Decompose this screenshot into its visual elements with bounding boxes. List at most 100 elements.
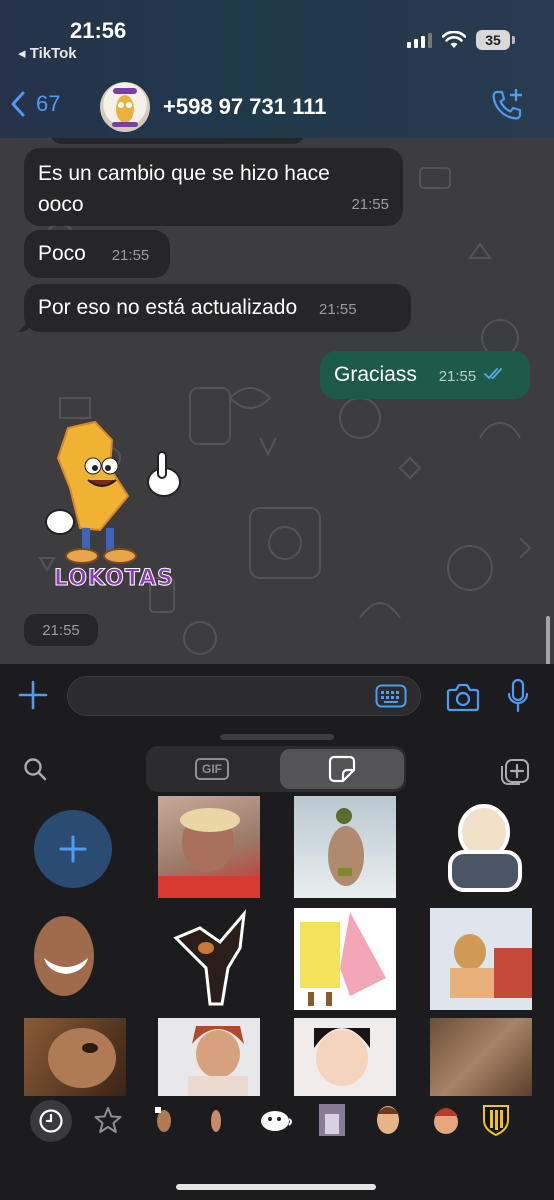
sticker-item[interactable] bbox=[294, 796, 396, 898]
tab-recent[interactable] bbox=[30, 1100, 72, 1142]
sticker-item[interactable] bbox=[158, 796, 260, 898]
sticker-icon bbox=[328, 755, 356, 783]
search-icon bbox=[24, 758, 47, 781]
message-text: Graciass bbox=[334, 363, 417, 386]
scroll-indicator[interactable] bbox=[546, 616, 550, 664]
attach-button[interactable] bbox=[16, 678, 50, 717]
status-icons: 35 bbox=[407, 30, 515, 50]
sticker-photo bbox=[430, 908, 532, 1010]
camera-button[interactable] bbox=[446, 682, 480, 717]
sticker-photo bbox=[328, 808, 364, 886]
sticker-pack-tab[interactable] bbox=[312, 1100, 352, 1140]
pack-thumbnail bbox=[155, 1107, 171, 1132]
sticker-message[interactable]: LOKOTAS bbox=[40, 418, 190, 608]
pack-thumbnail bbox=[319, 1104, 345, 1136]
sticker-photo bbox=[158, 808, 260, 898]
avatar-image bbox=[112, 88, 138, 127]
previous-message-edge bbox=[50, 138, 305, 144]
tab-stickers[interactable] bbox=[280, 749, 404, 789]
sticker-photo bbox=[314, 1028, 370, 1086]
add-call-button[interactable] bbox=[490, 88, 524, 127]
status-time: 21:56 bbox=[70, 18, 127, 43]
sticker-photo bbox=[34, 916, 94, 996]
contact-avatar[interactable] bbox=[100, 82, 150, 132]
pack-thumbnail bbox=[377, 1106, 399, 1134]
sticker-brand-text: LOKOTAS bbox=[54, 566, 174, 592]
message-time: 21:55 bbox=[438, 368, 477, 385]
unread-count: 67 bbox=[36, 91, 61, 116]
message-time: 21:55 bbox=[319, 301, 357, 318]
add-sticker-button[interactable] bbox=[34, 810, 112, 888]
sticker-photo bbox=[48, 1028, 116, 1088]
message-bubble-in[interactable]: Es un cambio que se hizo hace ooco 21:55 bbox=[24, 148, 403, 226]
sticker-item[interactable] bbox=[430, 1018, 532, 1096]
chat-header: 21:56 ◂ TikTok 35 67 +598 97 731 111 bbox=[0, 0, 554, 138]
home-indicator[interactable] bbox=[176, 1184, 376, 1190]
read-ticks-icon bbox=[484, 368, 502, 380]
message-bubble-out[interactable]: Graciass 21:55 bbox=[320, 351, 530, 399]
sticker-pack-tab[interactable] bbox=[196, 1100, 236, 1140]
sticker-item[interactable] bbox=[436, 796, 538, 898]
pack-thumbnail bbox=[211, 1110, 221, 1132]
message-input[interactable] bbox=[67, 676, 421, 716]
phone-plus-icon bbox=[492, 88, 523, 120]
sticker-search-button[interactable] bbox=[22, 756, 48, 787]
sticker-item[interactable] bbox=[170, 908, 272, 1010]
contact-title[interactable]: +598 97 731 111 bbox=[163, 94, 326, 120]
voice-message-button[interactable] bbox=[506, 678, 530, 719]
keyboard-toggle-button[interactable] bbox=[375, 684, 407, 713]
sticker-pack-tab[interactable] bbox=[256, 1100, 296, 1140]
back-to-app-link[interactable]: ◂ TikTok bbox=[18, 44, 77, 62]
sticker-photo bbox=[188, 1026, 248, 1096]
star-icon bbox=[94, 1107, 122, 1133]
sticker-item[interactable] bbox=[24, 908, 126, 1010]
sticker-item[interactable] bbox=[24, 1018, 126, 1096]
clock-icon bbox=[39, 1109, 63, 1133]
battery-indicator: 35 bbox=[476, 30, 515, 50]
plus-icon bbox=[59, 835, 87, 863]
gif-sticker-switch: GIF bbox=[146, 746, 406, 792]
microphone-icon bbox=[507, 678, 529, 713]
sticker-time: 21:55 bbox=[24, 614, 98, 646]
corn-chip-mascot-sticker bbox=[45, 420, 181, 564]
message-time: 21:55 bbox=[351, 196, 389, 213]
message-time: 21:55 bbox=[111, 247, 150, 264]
panel-grabber[interactable] bbox=[220, 734, 334, 740]
pack-thumbnail bbox=[261, 1111, 292, 1131]
sticker-panel: GIF bbox=[0, 732, 554, 1200]
back-button[interactable]: 67 bbox=[10, 90, 60, 118]
pack-thumbnail bbox=[434, 1108, 458, 1134]
keyboard-icon bbox=[375, 684, 407, 708]
sticker-photo bbox=[300, 912, 386, 1006]
sticker-photo bbox=[173, 909, 247, 1006]
chat-area[interactable]: Es un cambio que se hizo hace ooco 21:55… bbox=[0, 138, 554, 664]
camera-icon bbox=[446, 683, 480, 712]
plus-icon bbox=[18, 680, 48, 710]
message-bubble-in[interactable]: Por eso no está actualizado 21:55 bbox=[24, 284, 411, 332]
message-input-bar bbox=[0, 664, 554, 732]
wifi-icon bbox=[442, 31, 466, 48]
sticker-item[interactable] bbox=[158, 1018, 260, 1096]
tab-favorites[interactable] bbox=[88, 1100, 128, 1140]
tab-gif[interactable]: GIF bbox=[146, 746, 278, 792]
gif-label: GIF bbox=[195, 758, 229, 780]
message-line: ooco bbox=[38, 193, 84, 216]
sticker-plus-icon bbox=[501, 759, 529, 785]
sticker-pack-tab[interactable] bbox=[426, 1100, 466, 1140]
sticker-item[interactable] bbox=[294, 1018, 396, 1096]
sticker-item[interactable] bbox=[294, 908, 396, 1010]
shield-icon bbox=[483, 1105, 509, 1136]
sticker-pack-tab[interactable] bbox=[144, 1100, 184, 1140]
sticker-pack-tabs bbox=[0, 1092, 554, 1152]
message-text: Poco bbox=[38, 242, 86, 265]
sticker-pack-tab[interactable] bbox=[476, 1100, 516, 1140]
message-line: Es un cambio que se hizo hace bbox=[38, 162, 330, 185]
message-bubble-in[interactable]: Poco 21:55 bbox=[24, 230, 170, 278]
sticker-item[interactable] bbox=[430, 908, 532, 1010]
create-sticker-button[interactable] bbox=[498, 754, 532, 793]
signal-icon bbox=[407, 32, 432, 48]
message-text: Por eso no está actualizado bbox=[38, 296, 298, 319]
sticker-photo bbox=[448, 804, 522, 892]
chevron-left-icon bbox=[11, 91, 25, 117]
sticker-pack-tab[interactable] bbox=[368, 1100, 408, 1140]
